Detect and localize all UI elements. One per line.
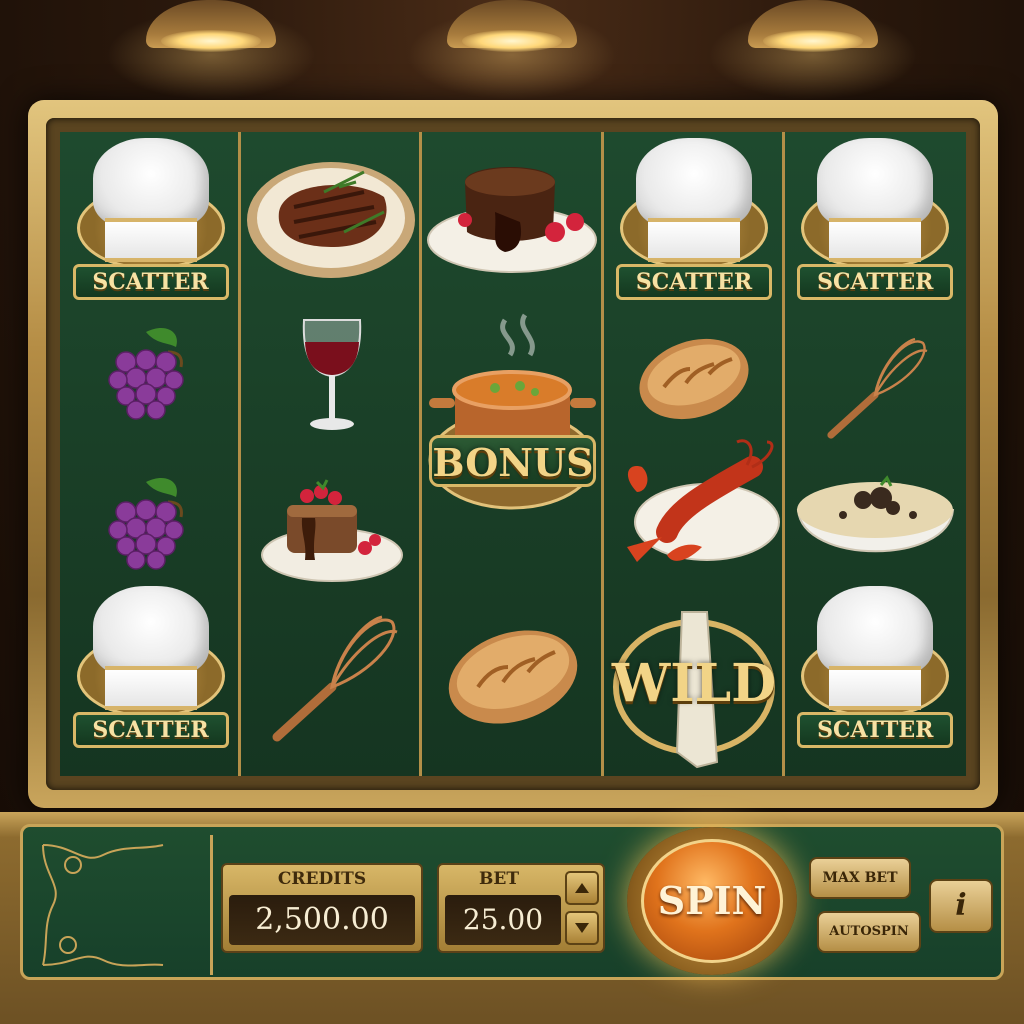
scatter-symbol: SCATTER	[785, 584, 966, 748]
lava-cake-symbol	[422, 142, 603, 292]
scatter-symbol: SCATTER	[60, 136, 241, 300]
bet-label: BET	[479, 869, 519, 889]
scatter-symbol: SCATTER	[785, 136, 966, 300]
chef-hat-icon	[92, 138, 209, 228]
bread-icon	[448, 630, 578, 724]
triangle-up-icon	[575, 883, 589, 893]
bonus-symbol: BONUS	[422, 310, 603, 530]
grapes-icon	[107, 477, 184, 570]
reel-4: SCATTER WILD	[603, 132, 785, 776]
ceiling-lamp	[106, 0, 316, 100]
grapes-symbol	[60, 302, 241, 452]
reel-cabinet: SCATTER SCATTER BONUS SCATTER WILD SCATT…	[28, 100, 998, 808]
scatter-symbol: SCATTER	[604, 136, 785, 300]
grapes-icon	[107, 327, 184, 420]
bread-symbol	[422, 602, 603, 752]
scatter-label: SCATTER	[797, 264, 954, 300]
lava-cake-icon	[427, 167, 598, 273]
credits-display: CREDITS 2,500.00	[221, 863, 423, 953]
ceiling-lamp	[407, 0, 617, 100]
lobster-symbol	[604, 432, 785, 582]
whisk-symbol	[241, 602, 422, 752]
grapes-symbol	[60, 452, 241, 602]
spin-button[interactable]: SPIN	[641, 839, 783, 963]
autospin-button[interactable]: AUTOSPIN	[817, 911, 921, 953]
bet-increase-button[interactable]	[565, 871, 599, 905]
scatter-label: SCATTER	[72, 712, 229, 748]
chef-hat-icon	[636, 138, 753, 228]
triangle-down-icon	[575, 923, 589, 933]
risotto-bowl-icon	[796, 475, 954, 553]
wine-glass-icon	[302, 319, 361, 430]
chef-hat-icon	[817, 138, 934, 228]
scatter-symbol: SCATTER	[60, 584, 241, 748]
max-bet-button[interactable]: MAX BET	[809, 857, 911, 899]
bet-decrease-button[interactable]	[565, 911, 599, 945]
steak-icon	[247, 162, 416, 278]
scatter-label: SCATTER	[797, 712, 954, 748]
wine-glass-symbol	[241, 302, 422, 452]
ceiling-lamp	[708, 0, 918, 100]
whisk-icon	[272, 615, 398, 742]
credits-label: CREDITS	[277, 869, 367, 889]
scatter-label: SCATTER	[616, 264, 773, 300]
wild-symbol: WILD	[604, 602, 785, 772]
credits-value: 2,500.00	[229, 895, 415, 945]
reel-2	[241, 132, 423, 776]
bet-value: 25.00	[445, 895, 561, 945]
reel-3: BONUS	[422, 132, 604, 776]
risotto-symbol	[785, 450, 966, 600]
whisk-icon	[827, 337, 928, 439]
scatter-label: SCATTER	[72, 264, 229, 300]
control-felt: CREDITS 2,500.00 BET 25.00 SPIN MAX BET …	[20, 824, 1004, 980]
ornament-decoration	[33, 835, 213, 975]
control-panel: CREDITS 2,500.00 BET 25.00 SPIN MAX BET …	[0, 812, 1024, 1024]
bonus-label: BONUS	[429, 435, 597, 487]
flourish-icon	[42, 844, 164, 967]
bet-display: BET 25.00	[437, 863, 605, 953]
reel-1: SCATTER SCATTER	[60, 132, 242, 776]
chef-hat-icon	[817, 586, 934, 676]
wild-label: WILD	[611, 653, 777, 714]
spin-button-frame: SPIN	[627, 827, 797, 975]
whisk-symbol	[785, 312, 966, 462]
reels: SCATTER SCATTER BONUS SCATTER WILD SCATT…	[60, 132, 966, 776]
info-button[interactable]: i	[929, 879, 993, 933]
lobster-icon	[626, 439, 780, 562]
chocolate-cake-symbol	[241, 450, 422, 600]
chocolate-cake-icon	[260, 479, 403, 582]
chef-hat-icon	[92, 586, 209, 676]
steak-symbol	[241, 142, 422, 292]
reel-5: SCATTER SCATTER	[784, 132, 966, 776]
bread-icon	[639, 338, 749, 420]
